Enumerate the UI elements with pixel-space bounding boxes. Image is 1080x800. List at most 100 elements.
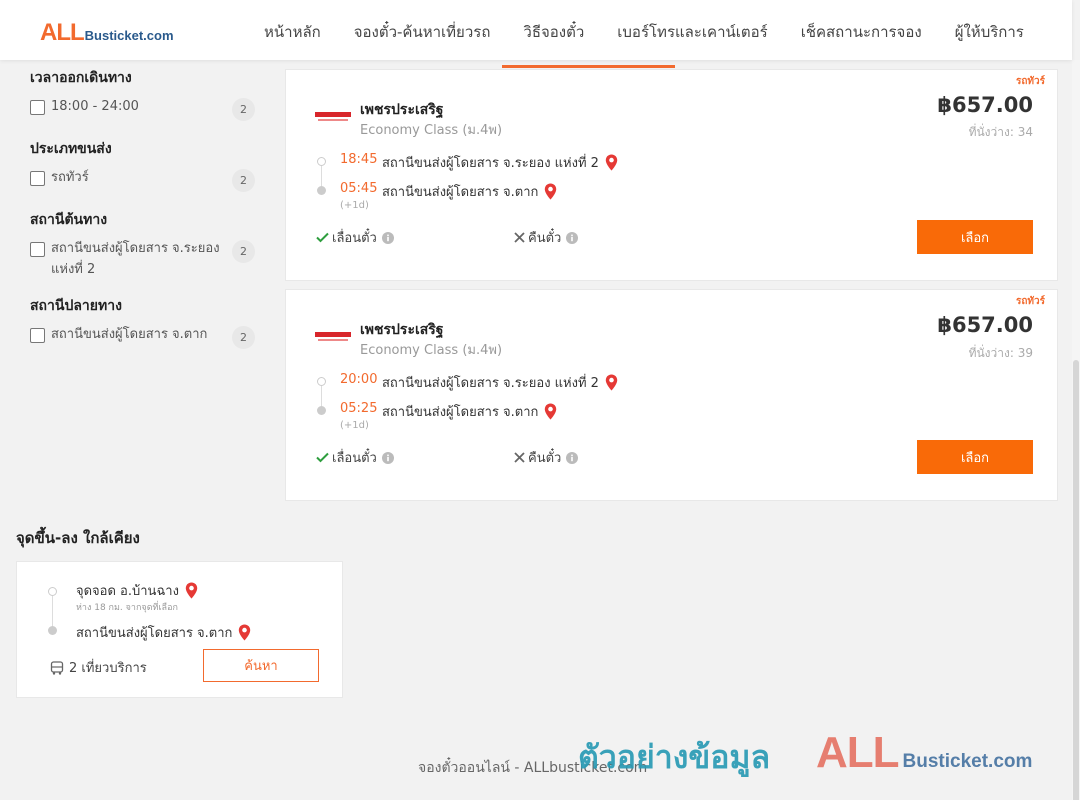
main-nav: หน้าหลัก จองตั๋ว-ค้นหาเที่ยวรถ วิธีจองตั…: [264, 20, 1057, 44]
depart-dot: [317, 377, 326, 386]
filter-checkbox[interactable]: [30, 242, 45, 257]
info-icon[interactable]: [381, 231, 394, 244]
select-trip-button[interactable]: เลือก: [917, 440, 1033, 474]
watermark-logo-rest: Busticket.com: [902, 751, 1033, 772]
depart-station-name: สถานีขนส่งผู้โดยสาร จ.ระยอง แห่งที่ 2: [382, 156, 599, 171]
logo-rest-text: Busticket.com: [84, 28, 174, 43]
info-icon[interactable]: [566, 451, 579, 464]
filter-option[interactable]: สถานีขนส่งผู้โดยสาร จ.ระยอง แห่งที่ 2 2: [30, 240, 255, 280]
nearby-search-button[interactable]: ค้นหา: [203, 649, 319, 682]
filter-option[interactable]: สถานีขนส่งผู้โดยสาร จ.ตาก 2: [30, 326, 255, 349]
filter-label: สถานีขนส่งผู้โดยสาร จ.ตาก: [51, 327, 208, 342]
arrive-dot: [317, 186, 326, 195]
filter-option[interactable]: รถทัวร์ 2: [30, 169, 255, 192]
timeline-line: [52, 595, 53, 630]
next-day-indicator: (+1d): [340, 420, 369, 431]
depart-dot: [317, 157, 326, 166]
map-pin-icon[interactable]: [185, 582, 198, 599]
filter-checkbox[interactable]: [30, 100, 45, 115]
filter-origin: สถานีต้นทาง สถานีขนส่งผู้โดยสาร จ.ระยอง …: [30, 209, 255, 280]
scrollbar-thumb[interactable]: [1073, 360, 1079, 800]
count-badge: 2: [232, 169, 255, 192]
filter-checkbox[interactable]: [30, 171, 45, 186]
depart-station-name: สถานีขนส่งผู้โดยสาร จ.ระยอง แห่งที่ 2: [382, 376, 599, 391]
operator-name: เพชรประเสริฐ: [360, 102, 444, 118]
filter-label: รถทัวร์: [51, 170, 89, 185]
depart-time: 20:00: [340, 372, 378, 387]
nearby-trip-count-label: 2 เที่ยวบริการ: [69, 661, 147, 676]
filter-option[interactable]: 18:00 - 24:00 2: [30, 98, 255, 121]
watermark-text: ตัวอย่างข้อมูล: [578, 738, 771, 776]
reschedule-feature: เลื่อนตั๋ว: [316, 447, 394, 468]
arrive-station: สถานีขนส่งผู้โดยสาร จ.ตาก: [382, 401, 557, 422]
transport-tag: รถทัวร์: [1015, 76, 1045, 87]
depart-station: สถานีขนส่งผู้โดยสาร จ.ระยอง แห่งที่ 2: [382, 152, 618, 173]
nav-how-to-book[interactable]: วิธีจองตั๋ว: [523, 20, 584, 44]
reschedule-feature: เลื่อนตั๋ว: [316, 227, 394, 248]
filter-label: สถานีขนส่งผู้โดยสาร จ.ระยอง แห่งที่ 2: [51, 241, 220, 277]
nav-home[interactable]: หน้าหลัก: [264, 20, 321, 44]
check-icon: [316, 452, 329, 463]
seats-available: ที่นั่งว่าง: 34: [968, 125, 1033, 139]
next-day-indicator: (+1d): [340, 200, 369, 211]
filter-title: สถานีต้นทาง: [30, 212, 108, 228]
depart-station: สถานีขนส่งผู้โดยสาร จ.ระยอง แห่งที่ 2: [382, 372, 618, 393]
bus-class: Economy Class (ม.4พ): [360, 343, 503, 358]
operator-logo: [315, 112, 351, 121]
check-icon: [316, 232, 329, 243]
site-logo[interactable]: ALL Busticket.com: [40, 19, 174, 47]
trip-card: รถทัวร์ เพชรประเสริฐ Economy Class (ม.4พ…: [285, 69, 1058, 281]
depart-time: 18:45: [340, 152, 378, 167]
map-pin-icon[interactable]: [544, 183, 557, 200]
filter-label: 18:00 - 24:00: [51, 99, 139, 114]
nearby-card: จุดจอด อ.บ้านฉาง ห่าง 18 กม. จากจุดที่เล…: [16, 561, 343, 698]
nearby-stop-distance: ห่าง 18 กม. จากจุดที่เลือก: [76, 603, 178, 613]
nav-contact[interactable]: เบอร์โทรและเคาน์เตอร์: [617, 20, 767, 44]
count-badge: 2: [232, 326, 255, 349]
ticket-price: ฿657.00: [937, 313, 1033, 337]
arrive-time: 05:45: [340, 181, 378, 196]
page-scrollbar[interactable]: [1072, 60, 1080, 800]
map-pin-icon[interactable]: [238, 624, 251, 641]
count-badge: 2: [232, 240, 255, 263]
trip-card: รถทัวร์ เพชรประเสริฐ Economy Class (ม.4พ…: [285, 289, 1058, 501]
nearby-section-title: จุดขึ้น-ลง ใกล้เคียง: [16, 529, 140, 547]
map-pin-icon[interactable]: [605, 374, 618, 391]
filter-transport-type: ประเภทขนส่ง รถทัวร์ 2: [30, 138, 255, 192]
nav-book-search[interactable]: จองตั๋ว-ค้นหาเที่ยวรถ: [354, 20, 491, 44]
refund-label: คืนตั๋ว: [528, 231, 562, 246]
ticket-price: ฿657.00: [937, 93, 1033, 117]
operator-logo: [315, 332, 351, 341]
bus-class: Economy Class (ม.4พ): [360, 123, 503, 138]
stop-dot: [48, 587, 57, 596]
nearby-stop-2: สถานีขนส่งผู้โดยสาร จ.ตาก: [76, 622, 251, 643]
nearby-trip-count: 2 เที่ยวบริการ: [50, 657, 147, 678]
refund-feature: คืนตั๋ว: [514, 447, 579, 468]
filter-title: สถานีปลายทาง: [30, 298, 122, 314]
nav-operators[interactable]: ผู้ให้บริการ: [955, 20, 1024, 44]
cross-icon: [514, 232, 525, 243]
site-header: ALL Busticket.com หน้าหลัก จองตั๋ว-ค้นหา…: [0, 0, 1072, 60]
select-trip-button[interactable]: เลือก: [917, 220, 1033, 254]
bus-icon: [50, 660, 64, 675]
map-pin-icon[interactable]: [605, 154, 618, 171]
map-pin-icon[interactable]: [544, 403, 557, 420]
operator-name: เพชรประเสริฐ: [360, 322, 444, 338]
nav-check-status[interactable]: เช็คสถานะการจอง: [801, 20, 922, 44]
arrive-station: สถานีขนส่งผู้โดยสาร จ.ตาก: [382, 181, 557, 202]
count-badge: 2: [232, 98, 255, 121]
transport-tag: รถทัวร์: [1015, 296, 1045, 307]
logo-all-text: ALL: [40, 19, 85, 46]
seats-available: ที่นั่งว่าง: 39: [968, 346, 1033, 360]
arrive-station-name: สถานีขนส่งผู้โดยสาร จ.ตาก: [382, 405, 539, 420]
filter-departure-time: เวลาออกเดินทาง 18:00 - 24:00 2: [30, 67, 255, 121]
nearby-stop-1-name: จุดจอด อ.บ้านฉาง: [76, 584, 179, 599]
watermark-logo: ALL Busticket.com: [816, 728, 1032, 778]
filter-destination: สถานีปลายทาง สถานีขนส่งผู้โดยสาร จ.ตาก 2: [30, 295, 255, 349]
info-icon[interactable]: [381, 451, 394, 464]
nearby-stop-2-name: สถานีขนส่งผู้โดยสาร จ.ตาก: [76, 626, 233, 641]
filter-checkbox[interactable]: [30, 328, 45, 343]
reschedule-label: เลื่อนตั๋ว: [332, 231, 377, 246]
filter-title: ประเภทขนส่ง: [30, 141, 112, 157]
info-icon[interactable]: [566, 231, 579, 244]
